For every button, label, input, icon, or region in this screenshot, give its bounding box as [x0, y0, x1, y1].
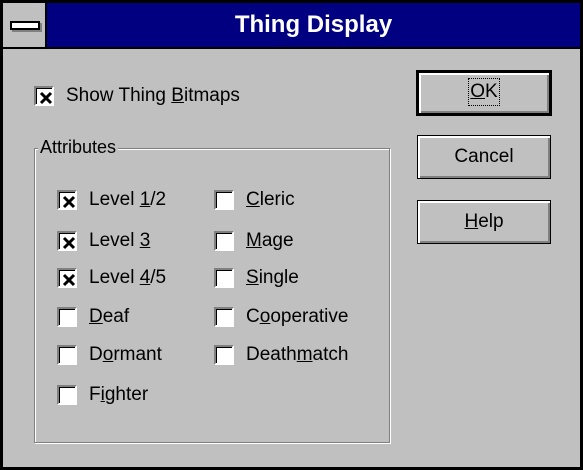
help-button-label: Help: [464, 211, 504, 232]
ok-button-label: OK: [468, 78, 500, 106]
checkbox-box[interactable]: [214, 231, 234, 251]
checkbox-box[interactable]: [214, 190, 234, 210]
title-bar: Thing Display: [3, 3, 580, 49]
mage-checkbox[interactable]: Mage: [214, 230, 294, 252]
checkbox-label: Cooperative: [246, 306, 349, 327]
checkbox-label: Level 1/2: [89, 189, 167, 210]
checkbox-box[interactable]: [214, 268, 234, 288]
level-3-checkbox[interactable]: Level 3: [57, 230, 150, 252]
attributes-group-label: Attributes: [38, 135, 119, 159]
dialog-title: Thing Display: [234, 11, 393, 38]
deathmatch-checkbox[interactable]: Deathmatch: [214, 344, 348, 366]
checkbox-label: Deathmatch: [246, 344, 349, 365]
system-menu-icon: [10, 21, 40, 30]
checkbox-box[interactable]: [214, 307, 234, 327]
dormant-checkbox[interactable]: Dormant: [57, 344, 162, 366]
deaf-checkbox[interactable]: Deaf: [57, 306, 129, 328]
checkbox-label: Cleric: [246, 189, 295, 210]
checkbox-box[interactable]: [57, 307, 77, 327]
checkbox-label: Fighter: [89, 384, 149, 405]
ok-button[interactable]: OK: [416, 70, 552, 116]
fighter-checkbox[interactable]: Fighter: [57, 384, 148, 406]
system-menu-button[interactable]: [3, 3, 47, 47]
checkbox-box[interactable]: [57, 385, 77, 405]
checkbox-box[interactable]: [57, 345, 77, 365]
checkbox-label: Deaf: [89, 306, 130, 327]
check-mark-icon: [39, 91, 53, 105]
checkbox-label: Dormant: [89, 344, 162, 365]
cooperative-checkbox[interactable]: Cooperative: [214, 306, 348, 328]
checkbox-box[interactable]: [57, 268, 77, 288]
cleric-checkbox[interactable]: Cleric: [214, 189, 295, 211]
help-button[interactable]: Help: [417, 200, 551, 244]
checkbox-box[interactable]: [214, 345, 234, 365]
check-mark-icon: [62, 236, 76, 250]
checkbox-label: Level 4/5: [89, 267, 167, 288]
single-checkbox[interactable]: Single: [214, 267, 299, 289]
check-mark-icon: [62, 273, 76, 287]
checkbox-box[interactable]: [57, 231, 77, 251]
show-thing-bitmaps-checkbox[interactable]: Show Thing Bitmaps: [34, 85, 240, 107]
level-4-5-checkbox[interactable]: Level 4/5: [57, 267, 166, 289]
cancel-button-label: Cancel: [454, 146, 514, 167]
checkbox-box[interactable]: [34, 86, 54, 106]
checkbox-label: Level 3: [89, 230, 151, 251]
checkbox-label: Show Thing Bitmaps: [66, 85, 240, 106]
thing-display-dialog: Thing Display Show Thing Bitmaps Attribu…: [0, 0, 583, 470]
checkbox-label: Mage: [246, 230, 294, 251]
check-mark-icon: [62, 195, 76, 209]
checkbox-label: Single: [246, 267, 299, 288]
checkbox-box[interactable]: [57, 190, 77, 210]
cancel-button[interactable]: Cancel: [417, 135, 551, 179]
level-1-2-checkbox[interactable]: Level 1/2: [57, 189, 166, 211]
